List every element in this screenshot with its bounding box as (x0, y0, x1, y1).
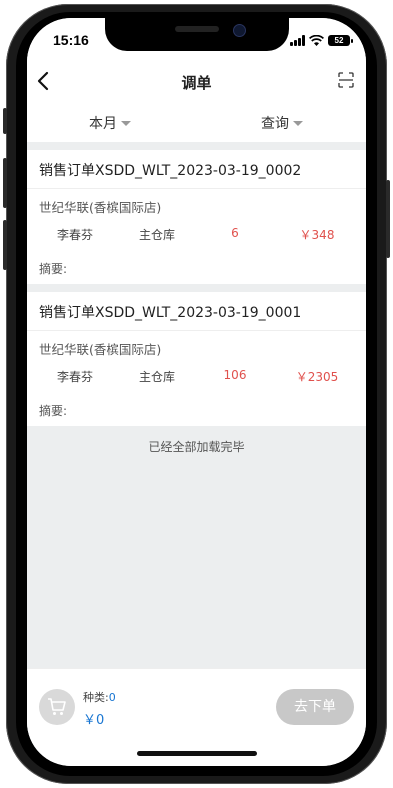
order-warehouse: 主仓库 (138, 370, 175, 384)
order-person: 李春芬 (56, 228, 93, 242)
status-icons: 52 (290, 33, 353, 47)
camera-notch (105, 18, 289, 51)
volume-down-button (3, 220, 7, 270)
order-card[interactable]: 销售订单XSDD_WLT_2023-03-19_0002 世纪华联(香槟国际店)… (27, 150, 366, 284)
wifi-icon (309, 34, 324, 46)
filter-bar: 本月 查询 (27, 100, 366, 142)
kinds-value: 0 (108, 691, 116, 704)
query-filter-dropdown[interactable]: 查询 (261, 113, 303, 133)
nav-bar: 调单 (27, 62, 366, 101)
order-title: 销售订单XSDD_WLT_2023-03-19_0001 (39, 305, 302, 321)
order-summary-label: 摘要: (39, 262, 68, 276)
cart-button[interactable] (39, 689, 75, 725)
caret-down-icon (293, 121, 303, 126)
place-order-button[interactable]: 去下单 (276, 689, 354, 725)
home-indicator[interactable] (137, 751, 257, 756)
order-quantity: 6 (231, 226, 239, 240)
query-filter-label: 查询 (261, 116, 289, 132)
battery-icon: 52 (328, 34, 353, 46)
list-end-text: 已经全部加载完毕 (148, 440, 245, 454)
kinds-label: 种类: (83, 691, 109, 704)
page-title: 调单 (181, 74, 212, 92)
volume-up-button (3, 158, 7, 208)
order-amount: ￥348 (299, 228, 335, 242)
period-filter-label: 本月 (89, 116, 117, 132)
order-store: 世纪华联(香槟国际店) (39, 342, 162, 357)
period-filter-dropdown[interactable]: 本月 (89, 113, 131, 133)
order-quantity: 106 (223, 368, 247, 382)
caret-down-icon (121, 121, 131, 126)
order-warehouse: 主仓库 (138, 228, 175, 242)
card-divider (27, 188, 366, 189)
order-card[interactable]: 销售订单XSDD_WLT_2023-03-19_0001 世纪华联(香槟国际店)… (27, 292, 366, 426)
order-title: 销售订单XSDD_WLT_2023-03-19_0002 (39, 163, 302, 179)
status-time: 15:16 (53, 32, 89, 48)
order-store: 世纪华联(香槟国际店) (39, 200, 162, 215)
app-screen: 15:16 52 调单 本月 查询 销售订单XSDD_WLT_2023-03-1… (27, 18, 366, 766)
total-amount: ￥0 (83, 713, 105, 728)
scan-icon[interactable] (338, 72, 354, 88)
card-divider (27, 330, 366, 331)
speaker-grille (175, 26, 219, 32)
order-summary-label: 摘要: (39, 404, 68, 418)
kinds-count: 种类:0 (83, 689, 116, 705)
mute-switch (3, 108, 7, 134)
cart-icon (48, 698, 66, 715)
signal-icon (290, 34, 305, 46)
order-amount: ￥2305 (295, 370, 339, 384)
power-button (386, 180, 390, 258)
order-person: 李春芬 (56, 370, 93, 384)
front-camera (233, 24, 246, 37)
